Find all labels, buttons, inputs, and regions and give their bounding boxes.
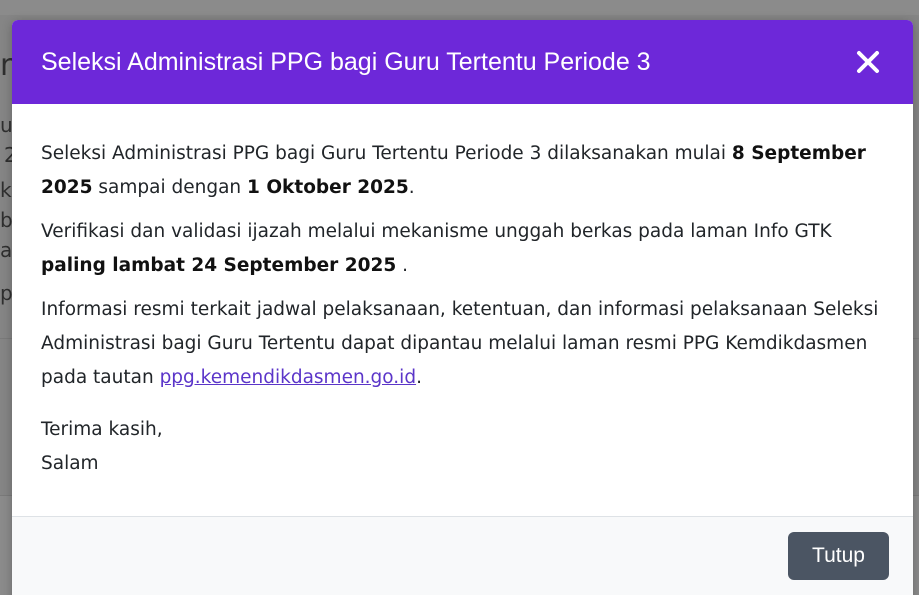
schedule-paragraph: Seleksi Administrasi PPG bagi Guru Terte…	[41, 137, 884, 205]
info-text: .	[416, 367, 422, 388]
close-icon[interactable]	[855, 49, 881, 75]
info-paragraph: Informasi resmi terkait jadwal pelaksana…	[41, 293, 884, 395]
schedule-text: .	[408, 177, 415, 198]
announcement-modal: Seleksi Administrasi PPG bagi Guru Terte…	[12, 20, 913, 595]
close-button[interactable]	[855, 49, 881, 75]
modal-header: Seleksi Administrasi PPG bagi Guru Terte…	[12, 20, 913, 104]
modal-footer: Tutup	[12, 516, 913, 595]
closing-line: Terima kasih,	[41, 419, 163, 440]
tutup-button[interactable]: Tutup	[788, 532, 889, 580]
modal-title: Seleksi Administrasi PPG bagi Guru Terte…	[41, 47, 651, 76]
background-text-fragment: k	[0, 178, 12, 202]
deadline: paling lambat 24 September 2025	[41, 255, 397, 276]
background-text-fragment: b	[0, 208, 13, 232]
end-date: 1 Oktober 2025	[247, 177, 409, 198]
verification-paragraph: Verifikasi dan validasi ijazah melalui m…	[41, 215, 884, 283]
verification-text: .	[396, 255, 408, 276]
background-text-fragment: u	[0, 113, 13, 137]
schedule-text: Seleksi Administrasi PPG bagi Guru Terte…	[41, 143, 732, 164]
modal-body: Seleksi Administrasi PPG bagi Guru Terte…	[12, 104, 913, 516]
verification-text: Verifikasi dan validasi ijazah melalui m…	[41, 221, 832, 242]
background-text-fragment: a	[0, 238, 13, 262]
schedule-text: sampai dengan	[92, 177, 248, 198]
ppg-website-link[interactable]: ppg.kemendikdasmen.go.id	[160, 367, 417, 388]
closing-line: Salam	[41, 453, 99, 474]
